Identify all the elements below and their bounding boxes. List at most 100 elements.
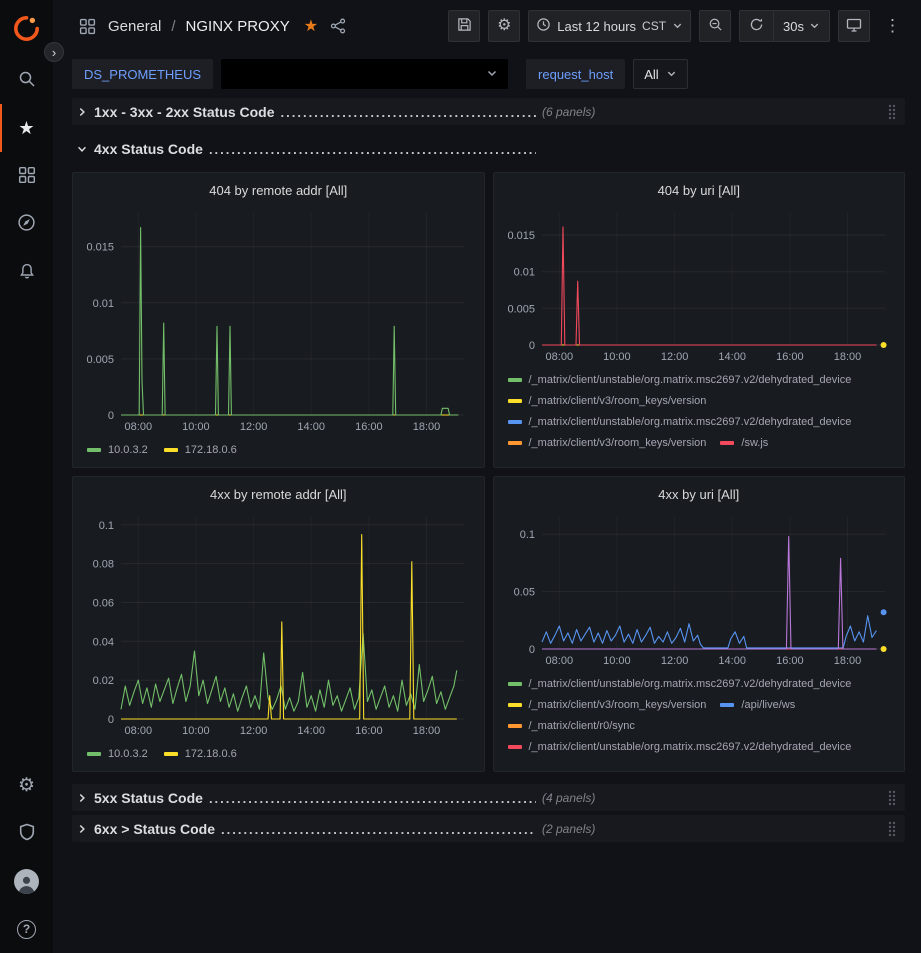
dashboard-row-6xx[interactable]: 6xx > Status Code ......................… [72,815,905,842]
legend-swatch [164,448,178,452]
svg-text:18:00: 18:00 [833,655,861,667]
zoom-out-icon [708,17,723,35]
time-series-chart[interactable]: 00.0050.010.01508:0010:0012:0014:0016:00… [81,203,476,435]
avatar [14,869,39,894]
chevron-down-icon [672,19,683,34]
legend-item[interactable]: /_matrix/client/unstable/org.matrix.msc2… [508,673,852,694]
legend-item[interactable]: /_matrix/client/v3/room_keys/version [508,390,707,411]
svg-text:0.1: 0.1 [99,520,114,532]
gear-icon: ⚙ [18,774,35,797]
zoom-out-button[interactable] [699,10,731,42]
svg-text:10:00: 10:00 [182,725,210,737]
row-dotted-leader: ........................................… [281,105,536,120]
legend-item[interactable]: /_matrix/client/unstable/org.matrix.msc2… [508,411,852,432]
chevron-down-icon [666,67,677,82]
breadcrumb-folder[interactable]: General [108,18,161,35]
sidebar-item-help[interactable]: ? [0,905,53,953]
breadcrumb-separator: / [171,18,175,35]
drag-handle-icon[interactable] [885,818,899,840]
refresh-icon [749,17,764,35]
dashboard-title[interactable]: NGINX PROXY [186,18,290,35]
legend-item[interactable]: /sw.js [720,432,768,453]
dashboards-grid-icon [18,166,36,187]
svg-text:10:00: 10:00 [603,655,631,667]
request-host-value: All [644,67,658,82]
refresh-interval-dropdown[interactable]: 30s [773,11,829,41]
variable-value-ds-prometheus[interactable] [221,59,508,89]
sidebar-item-explore[interactable] [0,200,53,248]
legend-item[interactable]: /_matrix/client/unstable/org.matrix.msc2… [508,736,852,757]
svg-text:0.06: 0.06 [93,598,114,610]
dashboard-settings-button[interactable]: ⚙ [488,10,520,42]
legend-swatch [508,745,522,749]
variable-value-request-host[interactable]: All [633,59,687,89]
panel-title[interactable]: 4xx by uri [All] [502,481,897,507]
dashboard-row-5xx[interactable]: 5xx Status Code ........................… [72,784,905,811]
sidebar-item-configuration[interactable]: ⚙ [0,761,53,809]
sidebar-item-alerting[interactable] [0,248,53,296]
legend-swatch [164,752,178,756]
chevron-right-icon [76,792,88,804]
svg-text:14:00: 14:00 [297,421,325,433]
row-panel-count: (6 panels) [542,105,595,119]
sidebar-item-profile[interactable] [0,857,53,905]
legend-item[interactable]: /_matrix/client/v3/room_keys/version [508,432,707,453]
variable-label-ds-prometheus[interactable]: DS_PROMETHEUS [72,59,213,89]
time-series-chart[interactable]: 00.020.040.060.080.108:0010:0012:0014:00… [81,507,476,739]
legend-item[interactable]: 10.0.3.2 [87,743,148,764]
variable-label-request-host[interactable]: request_host [526,59,625,89]
svg-text:08:00: 08:00 [125,725,153,737]
sidebar-item-dashboards[interactable] [0,152,53,200]
star-icon: ★ [18,119,34,137]
legend-item[interactable]: /_matrix/client/unstable/org.matrix.msc2… [508,369,852,390]
row-dotted-leader: ........................................… [209,791,536,806]
search-icon [18,70,36,91]
time-series-chart[interactable]: 00.050.108:0010:0012:0014:0016:0018:00 [502,507,897,669]
legend-item[interactable]: 172.18.0.6 [164,439,237,460]
tv-mode-button[interactable] [838,10,870,42]
chart-legend: /_matrix/client/unstable/org.matrix.msc2… [502,669,897,765]
sidebar-item-search[interactable] [0,56,53,104]
help-icon: ? [17,920,36,939]
svg-text:0.015: 0.015 [507,230,535,242]
row-title: 6xx > Status Code [94,821,215,837]
svg-text:18:00: 18:00 [413,421,441,433]
svg-text:12:00: 12:00 [240,421,268,433]
legend-item[interactable]: /api/live/ws [720,694,795,715]
panel-title[interactable]: 4xx by remote addr [All] [81,481,476,507]
drag-handle-icon[interactable] [885,787,899,809]
panel-title[interactable]: 404 by remote addr [All] [81,177,476,203]
refresh-button-group: 30s [739,10,830,42]
legend-item[interactable]: /_matrix/client/r0/sync [508,715,635,736]
timezone-label: CST [642,19,666,33]
legend-swatch [720,703,734,707]
dashboard-grid-icon [75,14,100,39]
legend-item[interactable]: /_matrix/client/v3/room_keys/version [508,694,707,715]
time-range-picker[interactable]: Last 12 hours CST [528,10,691,42]
compass-icon [17,213,36,235]
sidebar-item-starred[interactable]: ★ [0,104,53,152]
save-dashboard-button[interactable] [448,10,480,42]
sidebar-expand-button[interactable]: › [44,42,64,62]
row-dotted-leader: ........................................… [221,822,536,837]
time-series-chart[interactable]: 00.0050.010.01508:0010:0012:0014:0016:00… [502,203,897,365]
dashboard-row-4xx[interactable]: 4xx Status Code ........................… [72,135,905,162]
svg-text:08:00: 08:00 [545,351,573,363]
refresh-button[interactable] [740,11,773,41]
svg-text:0: 0 [528,340,534,352]
legend-item[interactable]: 172.18.0.6 [164,743,237,764]
panel-title[interactable]: 404 by uri [All] [502,177,897,203]
drag-handle-icon[interactable] [885,101,899,123]
kebab-menu-icon[interactable]: ⋮ [878,12,907,40]
share-icon[interactable] [326,14,350,38]
svg-text:0.015: 0.015 [86,242,114,254]
dashboard-row-1xx-3xx-2xx[interactable]: 1xx - 3xx - 2xx Status Code ............… [72,98,905,125]
svg-text:08:00: 08:00 [125,421,153,433]
svg-text:0.01: 0.01 [93,298,114,310]
favorite-star-icon[interactable]: ★ [304,16,318,36]
sidebar-item-server-admin[interactable] [0,809,53,857]
svg-text:0.01: 0.01 [513,267,534,279]
svg-text:0.08: 0.08 [93,559,114,571]
legend-item[interactable]: 10.0.3.2 [87,439,148,460]
row-panel-count: (2 panels) [542,822,595,836]
